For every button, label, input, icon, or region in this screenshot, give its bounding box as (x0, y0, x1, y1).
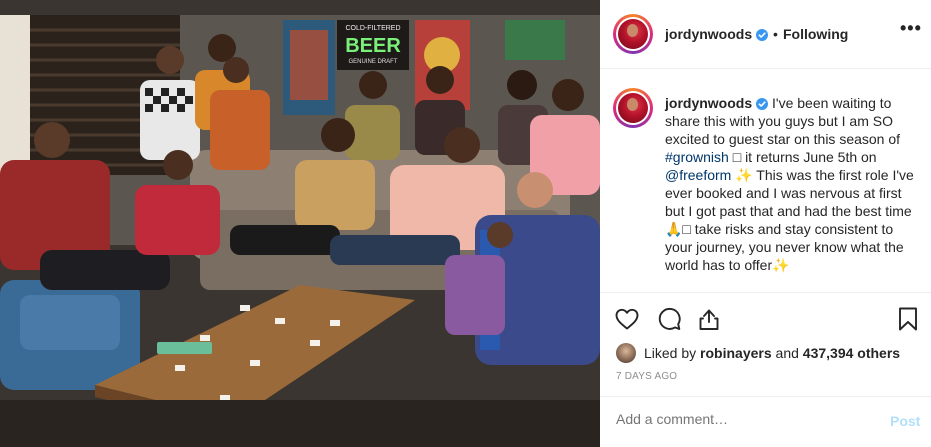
mention-link[interactable]: @freeform (665, 167, 731, 183)
caption-text-part: □ it returns June 5th on (728, 149, 877, 165)
separator-dot: • (773, 26, 778, 42)
heart-icon[interactable] (613, 305, 641, 333)
post-timestamp[interactable]: 7 DAYS AGO (616, 371, 677, 382)
caption-username[interactable]: jordynwoods (665, 95, 752, 111)
liker-username[interactable]: robinayers (700, 345, 772, 361)
comment-icon[interactable] (655, 305, 683, 333)
post-actions: Liked by robinayers and 437,394 others 7… (600, 292, 931, 396)
more-options-icon[interactable]: ••• (900, 18, 922, 39)
comment-input[interactable] (616, 411, 866, 427)
sparkles-emoji: ✨ (772, 257, 790, 273)
username-text: jordynwoods (665, 26, 753, 42)
likes-count[interactable]: 437,394 others (803, 345, 900, 361)
sign-top-text: COLD-FILTERED (345, 25, 400, 32)
caption-section: jordynwoods I've been waiting to share t… (600, 70, 931, 292)
bookmark-icon[interactable] (894, 305, 922, 333)
post-photo[interactable]: COLD-FILTERED BEER GENUINE DRAFT (0, 0, 600, 447)
share-icon[interactable] (695, 305, 723, 333)
caption-avatar[interactable] (613, 88, 653, 128)
post-details-panel: jordynwoods • Following ••• jordynwoods … (600, 0, 931, 447)
likes-middle: and (771, 345, 803, 361)
hashtag-link[interactable]: #grownish (665, 149, 729, 165)
sign-bottom-text: GENUINE DRAFT (348, 59, 397, 65)
sparkles-emoji: ✨ (731, 167, 753, 183)
verified-badge-icon (756, 98, 769, 110)
likes-prefix: Liked by (644, 345, 701, 361)
post-comment-button[interactable]: Post (890, 413, 920, 429)
post-caption: jordynwoods I've been waiting to share t… (665, 94, 921, 274)
username-link[interactable]: jordynwoods (665, 26, 769, 42)
verified-badge-icon (756, 29, 769, 41)
following-button[interactable]: Following (783, 26, 848, 42)
profile-avatar[interactable] (613, 14, 653, 54)
post-header: jordynwoods • Following ••• (600, 0, 931, 69)
living-room-scene-image: COLD-FILTERED BEER GENUINE DRAFT (0, 0, 600, 447)
comment-bar: Post (600, 396, 931, 447)
sign-main-text: BEER (345, 35, 401, 57)
liker-avatar[interactable] (616, 343, 636, 363)
